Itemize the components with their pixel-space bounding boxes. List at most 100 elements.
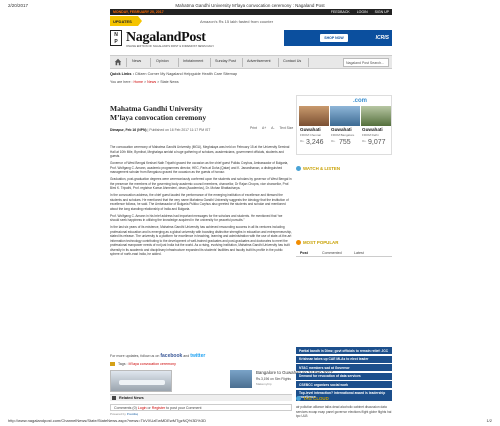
article-paragraph: In the last six years of its existence, …: [110, 225, 292, 257]
twitter-link[interactable]: twitter: [190, 353, 205, 359]
article-paragraph: The convocation ceremony of Mahatma Gand…: [110, 145, 290, 159]
nav-infotainment[interactable]: Infotainment: [183, 59, 203, 63]
article-tools: Print A+ A- Text Size: [246, 126, 293, 130]
article-title: Mahatma Gandhi University M’laya convoca…: [110, 104, 207, 122]
tab-latest[interactable]: Latest: [354, 251, 364, 255]
ad-route: FROM Delhi: [362, 133, 379, 137]
sidebar-headline[interactable]: Partial bandh in Dimz; govt officials to…: [296, 347, 392, 354]
sidebar-ad-brand: .com: [353, 98, 368, 104]
header-ad-banner[interactable]: SHOP NOW ICRIS: [284, 30, 392, 46]
comment-register-link[interactable]: Register: [152, 406, 165, 410]
breadcrumb: You are here : Home > News > State News: [110, 80, 179, 84]
comments-powered-by: Powered by Postdisq: [110, 412, 139, 416]
related-news-label: Related News: [119, 396, 144, 400]
ad-photo: [299, 106, 329, 126]
updates-label: UPDATES: [110, 16, 142, 26]
ad-route: FROM Bangalore: [331, 133, 355, 137]
print-title: Mahatma Gandhi University M’laya convoca…: [175, 3, 325, 8]
tag-cloud-heading: TAG CLOUD: [296, 396, 329, 402]
nav-news[interactable]: News: [132, 59, 141, 63]
nav-opinion[interactable]: Opinion: [156, 59, 169, 63]
most-popular-heading: MOST POPULAR: [296, 240, 338, 246]
print-url: http://www.nagalandpost.com/ChannelNews/…: [8, 418, 206, 423]
article-paragraph: In the convocation address, the chief gu…: [110, 193, 289, 211]
home-icon[interactable]: [114, 58, 122, 66]
watch-listen-heading[interactable]: WATCH & LISTEN: [296, 166, 340, 172]
tag-link[interactable]: M’laya convocation ceremony: [129, 362, 176, 366]
breadcrumb-news[interactable]: News: [147, 80, 156, 84]
ad-city: Guwahati: [331, 127, 352, 132]
nav-contact-us[interactable]: Contact Us: [283, 59, 301, 63]
top-bar: MONDAY, FEBRUARY 20, 2017 FEEDBACK LOGIN…: [110, 9, 392, 15]
signup-link[interactable]: SIGN UP: [375, 10, 389, 14]
article-paragraph: Graduation, post-graduation degrees were…: [110, 177, 292, 191]
airplane-icon: [119, 380, 165, 385]
article-paragraph: Governor of West Bengal Keshari Nath Tri…: [110, 161, 289, 175]
site-logo[interactable]: NagalandPost: [126, 30, 206, 46]
related-news-bar: Related News: [110, 394, 292, 401]
quick-links: Quick Links : Citizen Corner My Nagaland…: [110, 72, 237, 76]
nav-sunday-post[interactable]: Sunday Post: [215, 59, 236, 63]
flight-source: Makemytrip: [256, 382, 272, 386]
np-badge-logo: N P: [110, 30, 122, 46]
most-popular-tabs: Post Commented Latest: [296, 250, 392, 257]
current-date: MONDAY, FEBRUARY 20, 2017: [113, 10, 164, 14]
related-news-icon: [112, 396, 116, 400]
most-popular-icon: [296, 240, 301, 246]
account-links: FEEDBACK LOGIN SIGN UP: [325, 10, 389, 14]
feedback-link[interactable]: FEEDBACK: [331, 10, 350, 14]
comments-count: Comments (0): [114, 406, 137, 410]
sidebar-headlines: Partial bandh in Dimz; govt officials to…: [296, 347, 392, 402]
ad-currency: Rs.: [362, 139, 367, 143]
tag-cloud-icon: [296, 396, 301, 402]
tag-icon: [110, 362, 115, 367]
ad-city: Guwahati: [362, 127, 383, 132]
article-body: The convocation ceremony of Mahatma Gand…: [110, 145, 292, 259]
ad-price: 755: [339, 139, 351, 146]
site-search-input[interactable]: Nagaland Post Search...: [343, 58, 389, 67]
login-link[interactable]: LOGIN: [357, 10, 368, 14]
article-tags: Tags : M’laya convocation ceremony: [110, 362, 176, 367]
text-size-label: Text Size: [279, 126, 294, 130]
sidebar-headline[interactable]: Krishnan takes up CAE MLAs to elect lead…: [296, 355, 392, 363]
news-ticker: UPDATES Amazon’s Rs 15 lakh fasted from …: [110, 16, 392, 26]
related-ad-image[interactable]: [110, 370, 172, 392]
sidebar-flight-ad[interactable]: .com Guwahati Guwahati Guwahati FROM Che…: [296, 95, 392, 155]
watch-listen-icon: [296, 166, 301, 172]
comment-login-link[interactable]: Login: [138, 406, 147, 410]
facebook-link[interactable]: facebook: [160, 353, 182, 359]
ad-brand: ICRIS: [375, 35, 389, 41]
shop-now-button[interactable]: SHOP NOW: [320, 34, 348, 42]
comment-box[interactable]: Comments (0) Login or Register to post y…: [110, 404, 292, 411]
print-button[interactable]: Print: [250, 126, 257, 130]
ad-currency: Rs.: [331, 139, 336, 143]
ad-city: Guwahati: [300, 127, 321, 132]
ad-photo: [330, 106, 360, 126]
masthead: N P NagalandPost ONLINE EDITION OF NAGAL…: [110, 30, 392, 52]
quick-links-items[interactable]: Citizen Corner My Nagaland Helpguide Hea…: [135, 72, 237, 76]
follow-us: For more updates, follow us on facebook …: [110, 353, 206, 359]
article-paragraph: Prof. Wolfgang C. Amann in his brief add…: [110, 213, 283, 223]
print-page-number: 1/2: [486, 418, 492, 423]
sidebar-headline[interactable]: NTAC members sad at Governor: [296, 364, 392, 371]
ad-price: 9,077: [368, 139, 386, 146]
sidebar-headline[interactable]: CSEBCC organizes social work: [296, 381, 392, 388]
ticker-headline[interactable]: Amazon’s Rs 15 lakh fasted from counter: [200, 19, 273, 24]
breadcrumb-home[interactable]: Home: [133, 80, 143, 84]
font-increase-button[interactable]: A+: [262, 126, 266, 130]
tag-cloud[interactable]: air pollution alliance talks dead alcoho…: [296, 405, 392, 419]
ad-currency: Rs.: [300, 139, 305, 143]
font-decrease-button[interactable]: A-: [271, 126, 274, 130]
sidebar-headline[interactable]: Demand for revocation of data services: [296, 372, 392, 380]
ad-price: 3,246: [306, 139, 324, 146]
flight-thumbnail: [230, 370, 252, 388]
tab-commented[interactable]: Commented: [322, 251, 342, 255]
flight-subtitle: Rs.3,196 on Sim Flights: [256, 377, 291, 381]
main-nav: News Opinion Infotainment Sunday Post Ad…: [110, 55, 392, 69]
ad-route: FROM Chennai: [300, 133, 321, 137]
quick-links-label: Quick Links :: [110, 72, 134, 76]
nav-advertisement[interactable]: Advertisement: [247, 59, 271, 63]
tab-post[interactable]: Post: [300, 251, 308, 255]
ad-photo: [361, 106, 391, 126]
article-byline: Dimapur, Feb 16 (NPN) | Published on 16 …: [110, 128, 211, 132]
